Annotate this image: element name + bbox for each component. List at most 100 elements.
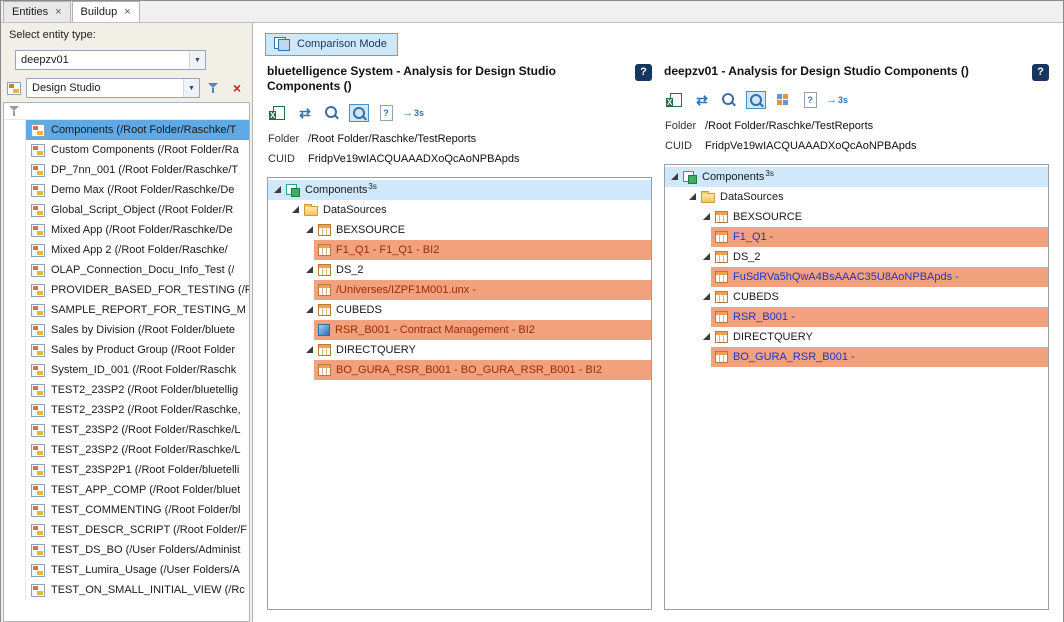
expander-icon[interactable] (304, 344, 316, 356)
tree-node[interactable]: BEXSOURCE (300, 220, 651, 240)
tree-node[interactable]: BO_GURA_RSR_B001 - (711, 347, 1048, 367)
entity-list-item[interactable]: Mixed App (/Root Folder/Raschke/De (4, 220, 249, 240)
entity-list-item[interactable]: DP_7nn_001 (/Root Folder/Raschke/T (4, 160, 249, 180)
entity-list-item[interactable]: Custom Components (/Root Folder/Ra (4, 140, 249, 160)
zoom-highlight-icon[interactable] (349, 104, 369, 122)
entity-list-item[interactable]: Sales by Product Group (/Root Folder (4, 340, 249, 360)
expander-icon[interactable] (304, 304, 316, 316)
chevron-down-icon[interactable]: ▼ (183, 79, 199, 97)
transfer-icon[interactable] (692, 91, 712, 109)
expander-icon[interactable] (669, 171, 681, 183)
entity-list-item[interactable]: TEST_Lumira_Usage (/User Folders/A (4, 560, 249, 580)
entity-list-item[interactable]: TEST_23SP2P1 (/Root Folder/bluetelli (4, 460, 249, 480)
tree-node[interactable]: DS_2 (697, 247, 1048, 267)
entity-list-item[interactable]: Components (/Root Folder/Raschke/T (4, 120, 249, 140)
tree-node[interactable]: DIRECTQUERY (300, 340, 651, 360)
component-icon (286, 184, 300, 197)
design-studio-entity-icon (31, 504, 45, 517)
system-select[interactable]: deepzv01 ▼ (15, 50, 206, 70)
entity-list-item[interactable]: TEST_APP_COMP (/Root Folder/bluet (4, 480, 249, 500)
tree-node[interactable]: F1_Q1 - F1_Q1 - BI2 (314, 240, 651, 260)
entity-label: Mixed App 2 (/Root Folder/Raschke/ (51, 244, 228, 256)
entity-list-item[interactable]: TEST_ON_SMALL_INITIAL_VIEW (/Rc (4, 580, 249, 600)
grid-icon[interactable] (773, 91, 793, 109)
help-doc-icon[interactable] (800, 91, 820, 109)
excel-export-icon[interactable] (665, 91, 685, 109)
excel-export-icon[interactable] (268, 104, 288, 122)
tree-node[interactable]: BEXSOURCE (697, 207, 1048, 227)
entity-label: TEST_23SP2 (/Root Folder/Raschke/L (51, 424, 241, 436)
tree-node[interactable]: Components 3s (665, 167, 1048, 187)
tree-node-label: Components (305, 184, 367, 196)
tree-node[interactable]: /Universes/IZPF1M001.unx - (314, 280, 651, 300)
tree-node-label: Components (702, 171, 764, 183)
table-icon (715, 331, 728, 343)
tree-node[interactable]: BO_GURA_RSR_B001 - BO_GURA_RSR_B001 - BI… (314, 360, 651, 380)
zoom-icon[interactable] (719, 91, 739, 109)
row-indicator-gutter (4, 440, 26, 460)
entity-list-item[interactable]: TEST_23SP2 (/Root Folder/Raschke/L (4, 420, 249, 440)
tree-node[interactable]: RSR_B001 - Contract Management - BI2 (314, 320, 651, 340)
entity-list-item[interactable]: TEST2_23SP2 (/Root Folder/Raschke, (4, 400, 249, 420)
refresh-3s-icon[interactable]: 3s (827, 91, 847, 109)
tree-node[interactable]: F1_Q1 - (711, 227, 1048, 247)
help-doc-icon[interactable] (376, 104, 396, 122)
entity-list-item[interactable]: TEST_DS_BO (/User Folders/Administ (4, 540, 249, 560)
help-icon[interactable]: ? (1032, 64, 1049, 81)
tree-node[interactable]: CUBEDS (300, 300, 651, 320)
tree-node[interactable]: DIRECTQUERY (697, 327, 1048, 347)
entity-list-item[interactable]: Sales by Division (/Root Folder/bluete (4, 320, 249, 340)
entity-list-item[interactable]: OLAP_Connection_Docu_Info_Test (/ (4, 260, 249, 280)
tab-close-icon[interactable]: × (124, 7, 130, 18)
clear-filter-button[interactable]: × (228, 79, 246, 97)
filter-button[interactable] (205, 79, 223, 97)
entity-list-item[interactable]: Mixed App 2 (/Root Folder/Raschke/ (4, 240, 249, 260)
entity-list-item[interactable]: SAMPLE_REPORT_FOR_TESTING_M ( (4, 300, 249, 320)
timer-badge: 3s (765, 169, 773, 178)
expander-icon[interactable] (701, 211, 713, 223)
entity-list-item[interactable]: TEST_23SP2 (/Root Folder/Raschke/L (4, 440, 249, 460)
entity-label: OLAP_Connection_Docu_Info_Test (/ (51, 264, 234, 276)
tab-buildup[interactable]: Buildup × (72, 1, 140, 22)
chevron-down-icon[interactable]: ▼ (189, 51, 205, 69)
tree-node[interactable]: FuSdRVa5hQwA4BsAAAC35U8AoNPBApds - (711, 267, 1048, 287)
expander-icon[interactable] (272, 184, 284, 196)
entity-type-select[interactable]: Design Studio ▼ (26, 78, 200, 98)
row-indicator-gutter (4, 480, 26, 500)
entity-list-item[interactable]: TEST_COMMENTING (/Root Folder/bl (4, 500, 249, 520)
comparison-mode-button[interactable]: Comparison Mode (265, 33, 398, 56)
tab-close-icon[interactable]: × (55, 7, 61, 18)
expander-icon[interactable] (701, 291, 713, 303)
tree-node[interactable]: RSR_B001 - (711, 307, 1048, 327)
entity-label: DP_7nn_001 (/Root Folder/Raschke/T (51, 164, 238, 176)
table-icon (715, 211, 728, 223)
design-studio-entity-icon (31, 164, 45, 177)
tree-node-label: F1_Q1 - (733, 231, 773, 243)
refresh-3s-icon[interactable]: 3s (403, 104, 423, 122)
tree-node[interactable]: CUBEDS (697, 287, 1048, 307)
expander-icon[interactable] (701, 331, 713, 343)
zoom-highlight-icon[interactable] (746, 91, 766, 109)
tree-node-label: CUBEDS (733, 291, 779, 303)
expander-icon[interactable] (304, 224, 316, 236)
tree-node[interactable]: DS_2 (300, 260, 651, 280)
expander-icon[interactable] (304, 264, 316, 276)
entity-list-item[interactable]: Global_Script_Object (/Root Folder/R (4, 200, 249, 220)
entity-list-item[interactable]: Demo Max (/Root Folder/Raschke/De (4, 180, 249, 200)
zoom-icon[interactable] (322, 104, 342, 122)
entity-list-item[interactable]: PROVIDER_BASED_FOR_TESTING (/F (4, 280, 249, 300)
expander-icon[interactable] (701, 251, 713, 263)
list-filter-row[interactable] (4, 103, 249, 120)
entity-list-item[interactable]: TEST_DESCR_SCRIPT (/Root Folder/F (4, 520, 249, 540)
expander-icon[interactable] (290, 204, 302, 216)
expander-icon[interactable] (687, 191, 699, 203)
help-icon[interactable]: ? (635, 64, 652, 81)
tree-node[interactable]: DataSources (286, 200, 651, 220)
tree-node[interactable]: Components 3s (268, 180, 651, 200)
entity-list-item[interactable]: TEST2_23SP2 (/Root Folder/bluetellig (4, 380, 249, 400)
transfer-icon[interactable] (295, 104, 315, 122)
row-indicator-gutter (4, 500, 26, 520)
entity-list-item[interactable]: System_ID_001 (/Root Folder/Raschk (4, 360, 249, 380)
tree-node[interactable]: DataSources (683, 187, 1048, 207)
tab-entities[interactable]: Entities × (3, 1, 71, 22)
